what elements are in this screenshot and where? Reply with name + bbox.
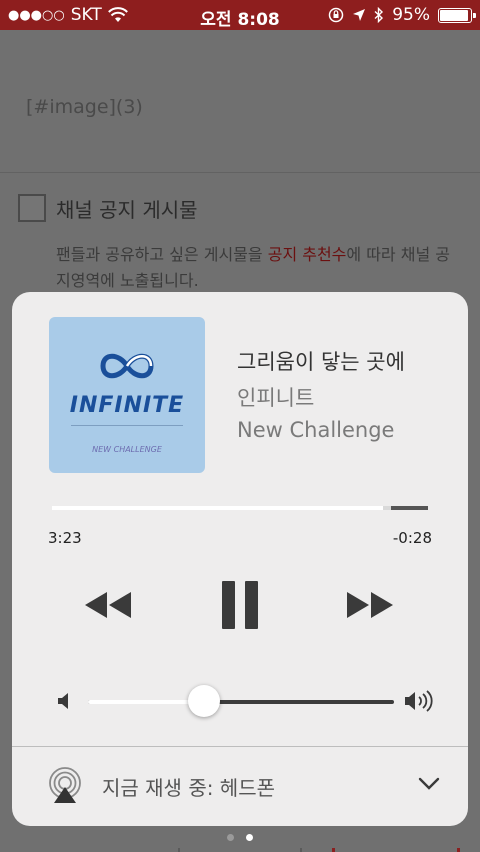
divider [0, 172, 480, 173]
album-art-subtitle: NEW CHALLENGE [92, 445, 162, 454]
status-bar-right: 95% [328, 5, 476, 25]
fast-forward-icon [347, 592, 393, 618]
speaker-low-icon [58, 693, 68, 709]
battery-percent: 95% [392, 5, 430, 25]
location-icon [353, 9, 366, 21]
volume-fill [88, 700, 205, 704]
image-tag-text: [#image](3) [26, 96, 143, 118]
bluetooth-icon [374, 7, 384, 23]
sheet-divider [12, 746, 468, 747]
playback-scrubber[interactable] [52, 506, 428, 510]
channel-notice-label: 채널 공지 게시물 [56, 198, 198, 222]
elapsed-time: 3:23 [48, 529, 82, 547]
background-button-left[interactable] [178, 848, 302, 852]
background-button-right[interactable] [332, 848, 460, 852]
channel-notice-description: 팬들과 공유하고 싶은 게시물을 공지 추천수에 따라 채널 공지영역에 노출됩… [56, 242, 456, 294]
battery-icon [438, 7, 476, 23]
album-art-rule [71, 425, 183, 426]
page-dot[interactable] [227, 834, 234, 841]
infinity-logo-icon [100, 353, 154, 379]
rewind-button[interactable] [78, 580, 138, 630]
chevron-down-icon[interactable] [418, 776, 440, 792]
description-emphasis: 공지 추천수 [267, 245, 347, 264]
pause-icon [222, 581, 258, 629]
airplay-icon[interactable] [46, 767, 84, 805]
page-indicator[interactable] [0, 834, 480, 841]
orientation-lock-icon [328, 7, 344, 23]
remaining-time: -0:28 [392, 529, 432, 547]
volume-knob[interactable] [188, 685, 221, 717]
speaker-high-icon [405, 690, 433, 712]
description-prefix: 팬들과 공유하고 싶은 게시물을 [56, 245, 268, 264]
playback-progress-remaining [390, 506, 428, 510]
volume-slider[interactable] [88, 685, 394, 717]
playback-progress-fill [52, 506, 383, 510]
battery-level [440, 9, 468, 21]
fast-forward-button[interactable] [340, 580, 400, 630]
audio-output-label: 지금 재생 중: 헤드폰 [102, 776, 276, 800]
album-art: INFINITE NEW CHALLENGE [49, 317, 205, 473]
channel-notice-checkbox[interactable] [18, 194, 46, 222]
album-art-logo: INFINITE [69, 393, 185, 418]
song-title: 그리움이 닿는 곳에 [237, 350, 405, 374]
album-name: New Challenge [237, 418, 395, 442]
status-bar: ●●●○○ SKT 오전 8:08 95% [0, 0, 480, 30]
now-playing-sheet: INFINITE NEW CHALLENGE 그리움이 닿는 곳에 인피니트 N… [12, 292, 468, 826]
page-dot[interactable] [246, 834, 253, 841]
artist-name: 인피니트 [237, 386, 315, 410]
pause-button[interactable] [210, 580, 270, 630]
rewind-icon [85, 592, 131, 618]
